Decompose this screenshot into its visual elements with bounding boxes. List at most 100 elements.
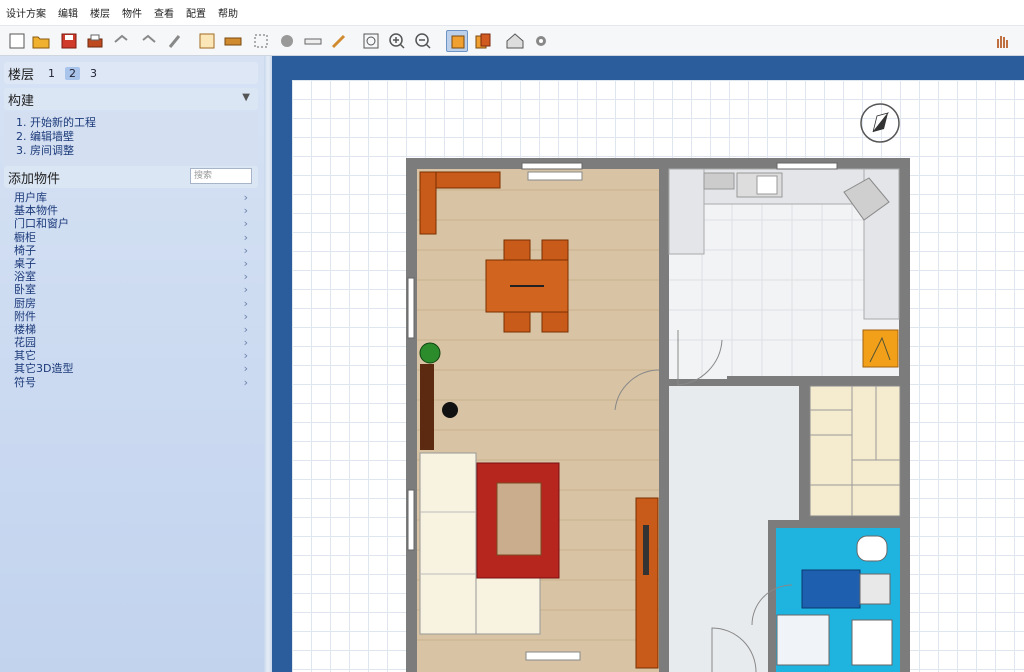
- chevron-right-icon: ›: [243, 375, 248, 389]
- object-search-input[interactable]: 搜索: [190, 168, 252, 184]
- category-item[interactable]: 花园 ›: [4, 336, 258, 349]
- hand-pan-icon[interactable]: [990, 30, 1012, 52]
- radiator-icon: [525, 651, 581, 661]
- brick-icon[interactable]: [222, 30, 244, 52]
- floor-selector: 楼层 123: [4, 62, 258, 84]
- toolbar: [0, 26, 1024, 56]
- chevron-right-icon: ›: [243, 217, 248, 231]
- chevron-right-icon: ›: [243, 336, 248, 350]
- category-label: 基本物件: [14, 204, 58, 218]
- staircase: [809, 385, 901, 517]
- category-item[interactable]: 其它 ›: [4, 349, 258, 362]
- interior-wall: [659, 462, 669, 672]
- category-label: 花园: [14, 336, 36, 350]
- select-icon[interactable]: [250, 30, 272, 52]
- category-label: 其它3D造型: [14, 362, 74, 376]
- category-item[interactable]: 门口和窗户 ›: [4, 217, 258, 230]
- category-label: 用户库: [14, 191, 47, 204]
- category-label: 符号: [14, 375, 36, 389]
- plan-3d-icon[interactable]: [472, 30, 494, 52]
- category-item[interactable]: 附件 ›: [4, 310, 258, 323]
- menu-item-4[interactable]: 查看: [154, 5, 174, 20]
- pencil-icon[interactable]: [328, 30, 350, 52]
- add-objects-header: 添加物件 搜索: [4, 166, 258, 188]
- build-section-header[interactable]: 构建 ▼: [4, 88, 258, 110]
- brush-icon[interactable]: [164, 30, 186, 52]
- add-objects-label: 添加物件: [8, 171, 61, 187]
- menu-item-5[interactable]: 配置: [186, 5, 206, 20]
- panel-splitter[interactable]: [264, 56, 272, 672]
- floor-tabs: 123: [44, 66, 107, 80]
- redo-icon[interactable]: [138, 30, 160, 52]
- floor-plan-canvas[interactable]: [292, 80, 1024, 672]
- chevron-right-icon: ›: [243, 230, 248, 244]
- category-item[interactable]: 符号 ›: [4, 376, 258, 389]
- build-step-link[interactable]: 3. 房间调整: [16, 144, 258, 158]
- category-label: 浴室: [14, 270, 36, 284]
- category-label: 橱柜: [14, 230, 36, 244]
- category-item[interactable]: 椅子 ›: [4, 244, 258, 257]
- floor-lamp: [442, 402, 458, 418]
- plan-2d-icon[interactable]: [446, 30, 468, 52]
- category-item[interactable]: 用户库 ›: [4, 191, 258, 204]
- compass-icon: [860, 103, 900, 143]
- interior-wall: [727, 376, 910, 386]
- category-label: 楼梯: [14, 322, 36, 336]
- category-item[interactable]: 橱柜 ›: [4, 231, 258, 244]
- plant-icon: [419, 342, 441, 364]
- zoom-in-icon[interactable]: [386, 30, 408, 52]
- category-label: 厨房: [14, 296, 36, 310]
- category-label: 门口和窗户: [14, 217, 69, 231]
- window-icon: [521, 162, 583, 170]
- plan-view-frame: [272, 56, 1024, 672]
- category-item[interactable]: 卧室 ›: [4, 283, 258, 296]
- menu-item-1[interactable]: 编辑: [58, 5, 78, 20]
- category-item[interactable]: 桌子 ›: [4, 257, 258, 270]
- floor-tab-3[interactable]: 3: [86, 67, 101, 80]
- category-label: 其它: [14, 349, 36, 363]
- floor-plan-drawing[interactable]: [292, 80, 1024, 672]
- category-item[interactable]: 厨房 ›: [4, 297, 258, 310]
- bathroom: [772, 525, 900, 672]
- floor-tab-2[interactable]: 2: [65, 66, 81, 80]
- chevron-right-icon: ›: [243, 204, 248, 218]
- menu-item-0[interactable]: 设计方案: [6, 5, 46, 20]
- rotate-3d-icon[interactable]: [276, 30, 298, 52]
- save-icon[interactable]: [58, 30, 80, 52]
- measure-icon[interactable]: [302, 30, 324, 52]
- collapse-triangle-icon[interactable]: ▼: [242, 92, 250, 103]
- chevron-right-icon: ›: [243, 362, 248, 376]
- category-item[interactable]: 基本物件 ›: [4, 204, 258, 217]
- new-icon[interactable]: [6, 30, 28, 52]
- chevron-right-icon: ›: [243, 349, 248, 363]
- menu-item-3[interactable]: 物件: [122, 5, 142, 20]
- floors-label: 楼层: [8, 67, 35, 83]
- chevron-right-icon: ›: [243, 191, 248, 204]
- category-item[interactable]: 浴室 ›: [4, 270, 258, 283]
- print-icon[interactable]: [84, 30, 106, 52]
- chevron-right-icon: ›: [243, 256, 248, 270]
- chevron-right-icon: ›: [243, 309, 248, 323]
- floor-tab-1[interactable]: 1: [44, 67, 59, 80]
- zoom-out-icon[interactable]: [412, 30, 434, 52]
- wall-plan-icon[interactable]: [196, 30, 218, 52]
- zoom-fit-icon[interactable]: [360, 30, 382, 52]
- category-label: 卧室: [14, 283, 36, 297]
- undo-icon[interactable]: [110, 30, 132, 52]
- build-step-link[interactable]: 2. 编辑墙壁: [16, 130, 258, 144]
- open-folder-icon[interactable]: [30, 30, 52, 52]
- wall-cabinet: [419, 171, 437, 235]
- settings-icon[interactable]: [530, 30, 552, 52]
- build-step-link[interactable]: 1. 开始新的工程: [16, 116, 258, 130]
- menu-bar: 设计方案 编辑 楼层 物件 查看 配置 帮助: [0, 0, 1024, 26]
- category-item[interactable]: 楼梯 ›: [4, 323, 258, 336]
- kitchen-appliance: [862, 329, 899, 368]
- category-item[interactable]: 其它3D造型 ›: [4, 362, 258, 375]
- chevron-right-icon: ›: [243, 283, 248, 297]
- window-icon: [407, 277, 415, 339]
- radiator-icon: [527, 171, 583, 181]
- house-icon[interactable]: [504, 30, 526, 52]
- menu-item-2[interactable]: 楼层: [90, 5, 110, 20]
- menu-item-6[interactable]: 帮助: [218, 5, 238, 20]
- rug-coffee-table: [476, 462, 560, 579]
